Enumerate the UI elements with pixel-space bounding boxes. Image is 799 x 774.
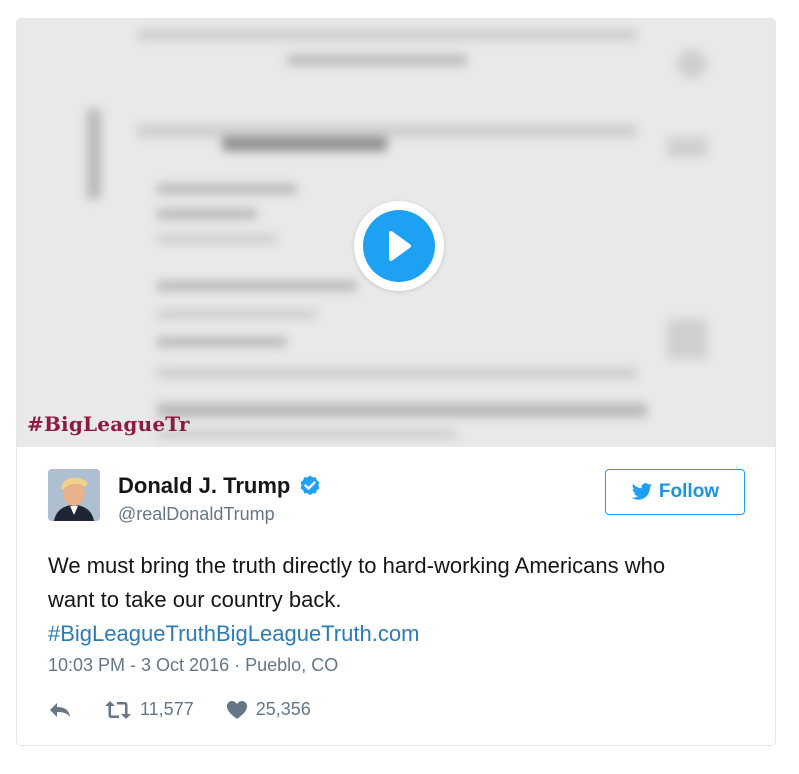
play-button[interactable] (354, 201, 444, 291)
tweet-timestamp[interactable]: 10:03 PM - 3 Oct 2016 (48, 655, 229, 675)
retweet-button[interactable]: 11,577 (104, 699, 194, 720)
tweet-link[interactable]: #BigLeagueTruthBigLeagueTruth.com (48, 617, 748, 651)
video-player[interactable]: #BigLeagueTr (17, 19, 775, 447)
like-button[interactable]: 25,356 (226, 699, 311, 720)
tweet-location[interactable]: Pueblo, CO (245, 655, 338, 675)
tweet-text-line-1: We must bring the truth directly to hard… (48, 553, 666, 578)
tweet-actions: 11,577 25,356 (48, 699, 311, 720)
play-icon (389, 231, 411, 261)
like-count: 25,356 (255, 699, 311, 719)
tweet-text-line-2: want to take our country back. (48, 587, 342, 612)
reply-button[interactable] (48, 701, 72, 719)
avatar[interactable] (48, 469, 100, 521)
author-name[interactable]: Donald J. Trump (118, 473, 290, 499)
retweet-icon (105, 700, 131, 719)
follow-button[interactable]: Follow (605, 469, 745, 515)
tweet-header: Donald J. Trump @realDonaldTrump Follow (17, 447, 775, 537)
meta-separator: · (234, 655, 241, 675)
author-name-row: Donald J. Trump (118, 473, 322, 499)
retweet-count: 11,577 (140, 699, 194, 719)
reply-icon (50, 702, 70, 717)
heart-icon (226, 700, 247, 719)
author-handle[interactable]: @realDonaldTrump (118, 504, 275, 525)
tweet-text: We must bring the truth directly to hard… (48, 549, 748, 651)
embedded-tweet-card: #BigLeagueTr Donald J. Trump @realDonald… (16, 18, 776, 746)
tweet-metadata: 10:03 PM - 3 Oct 2016 · Pueblo, CO (48, 655, 338, 676)
verified-badge-icon (300, 475, 320, 496)
video-hashtag-overlay: #BigLeagueTr (27, 412, 190, 436)
follow-label: Follow (658, 481, 720, 502)
twitter-bird-icon (631, 483, 652, 500)
